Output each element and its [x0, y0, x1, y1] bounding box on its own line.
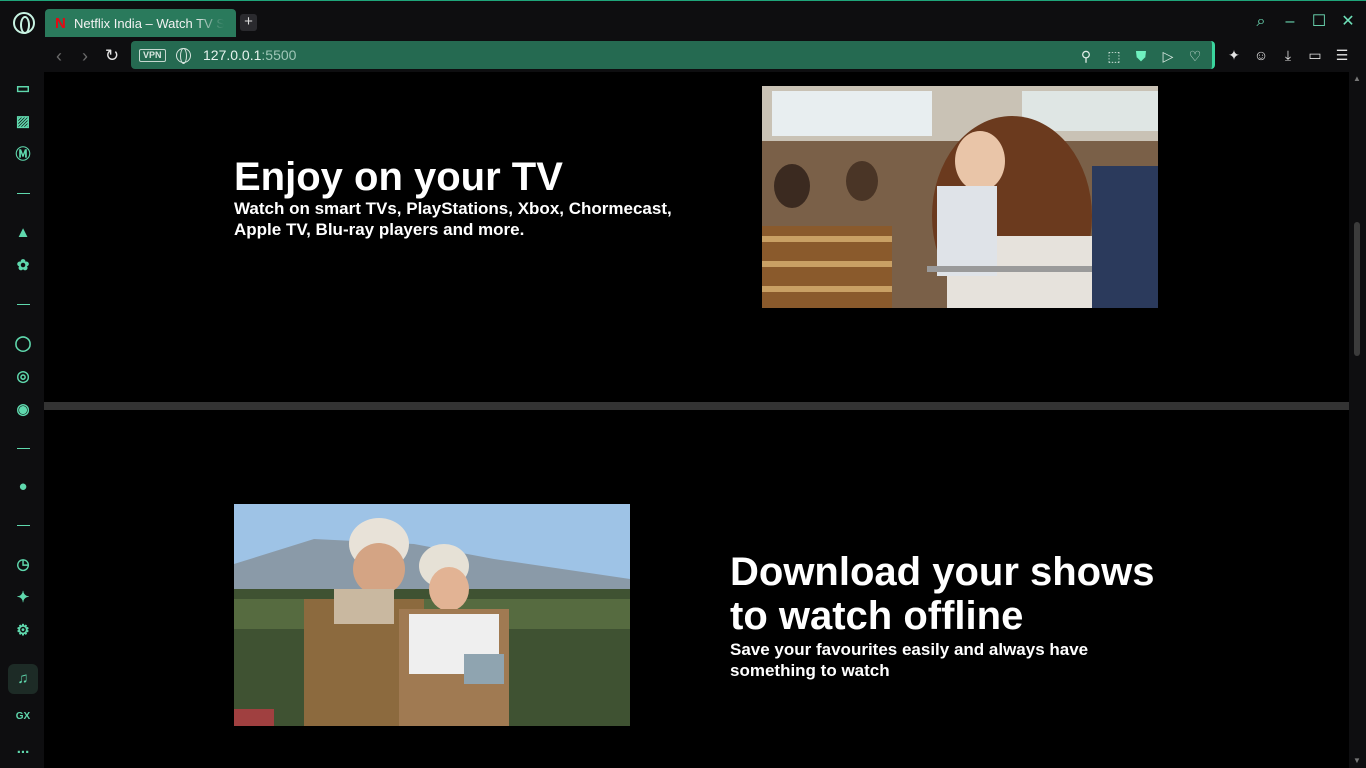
feature-title: Enjoy on your TV [234, 155, 563, 199]
spotify-icon[interactable]: ● [12, 476, 34, 498]
settings-icon[interactable]: ⚙ [12, 620, 34, 642]
maximize-icon[interactable]: ☐ [1310, 13, 1328, 31]
sidebar-divider [17, 525, 30, 526]
messenger-icon[interactable]: Ⓜ [12, 144, 34, 166]
snapshot-icon[interactable]: ⬚ [1105, 47, 1123, 65]
gx-icon[interactable]: GX [12, 706, 34, 728]
sidebar-divider [17, 448, 30, 449]
netflix-icon: N [55, 14, 66, 32]
scroll-down-icon[interactable]: ▼ [1353, 756, 1361, 765]
feature-image-train-mother-baby [762, 86, 1158, 308]
account-icon[interactable]: ☺ [1252, 46, 1270, 64]
tab-title: Netflix India – Watch TV Shows Online, W… [74, 15, 224, 31]
battery-icon[interactable]: ▭ [1306, 46, 1324, 64]
sidebar-divider [17, 304, 30, 305]
minimize-icon[interactable]: – [1281, 13, 1299, 31]
browser-tab[interactable]: N Netflix India – Watch TV Shows Online,… [45, 9, 236, 37]
vpn-badge[interactable]: VPN [139, 49, 166, 62]
download-icon[interactable]: ⤓ [1279, 46, 1297, 64]
twitch-icon[interactable]: ▨ [12, 111, 34, 133]
chatgpt-icon[interactable]: ✿ [12, 255, 34, 277]
back-icon[interactable]: ‹ [49, 46, 69, 66]
feature-image-couple-winter [234, 504, 630, 726]
reload-icon[interactable]: ↻ [102, 46, 122, 66]
new-tab-button[interactable]: + [240, 14, 257, 31]
url-port: :5500 [261, 47, 297, 63]
scroll-thumb[interactable] [1354, 222, 1360, 356]
music-player-icon[interactable]: ♫ [12, 668, 34, 690]
search-tabs-icon[interactable]: ⌕ [1252, 13, 1270, 31]
globe-icon[interactable] [176, 48, 191, 64]
game-controller-icon[interactable]: ▭ [12, 78, 34, 100]
extensions-icon[interactable]: ✦ [1225, 46, 1243, 64]
extensions-icon[interactable]: ✦ [12, 587, 34, 609]
menu-icon[interactable]: ☰ [1333, 46, 1351, 64]
shield-icon[interactable]: ⛊ [1132, 47, 1150, 65]
page-viewport: Enjoy on your TV Watch on smart TVs, Pla… [44, 72, 1349, 768]
pin-icon[interactable]: ⚲ [1077, 47, 1095, 65]
address-bar[interactable]: VPN 127.0.0.1:5500 ⚲ ⬚ ⛊ ▷ ♡ [131, 41, 1215, 69]
aria-icon[interactable]: ▲ [12, 222, 34, 244]
feature-title: Download your shows to watch offline [730, 550, 1155, 638]
scroll-up-icon[interactable]: ▲ [1353, 74, 1361, 83]
browser-title-bar: N Netflix India – Watch TV Shows Online,… [0, 0, 1366, 40]
send-icon[interactable]: ▷ [1159, 47, 1177, 65]
close-window-icon[interactable]: ✕ [1339, 13, 1357, 31]
forward-icon[interactable]: › [75, 46, 95, 66]
feature-subtitle: Watch on smart TVs, PlayStations, Xbox, … [234, 199, 672, 239]
browser-toolbar: ‹ › ↻ VPN 127.0.0.1:5500 ⚲ ⬚ ⛊ ▷ ♡ ✦ ☺ ⤓… [0, 40, 1366, 72]
sidebar-divider [17, 193, 30, 194]
whatsapp-icon[interactable]: ◯ [12, 333, 34, 355]
url-host: 127.0.0.1 [203, 47, 262, 63]
url-text[interactable]: 127.0.0.1:5500 [203, 47, 296, 63]
instagram-icon[interactable]: ◎ [12, 366, 34, 388]
history-icon[interactable]: ◷ [12, 554, 34, 576]
heart-icon[interactable]: ♡ [1186, 47, 1204, 65]
sidebar: ▭ ▨ Ⓜ ▲ ✿ ◯ ◎ ◉ ● ◷ ✦ ⚙ ♫ GX ... [0, 72, 44, 768]
discord-icon[interactable]: ◉ [12, 399, 34, 421]
page-scrollbar[interactable]: ▲ ▼ [1349, 72, 1366, 768]
section-divider [44, 402, 1349, 410]
opera-gx-logo-icon[interactable] [13, 12, 35, 34]
feature-subtitle: Save your favourites easily and always h… [730, 640, 1089, 680]
more-icon[interactable]: ... [12, 738, 34, 760]
